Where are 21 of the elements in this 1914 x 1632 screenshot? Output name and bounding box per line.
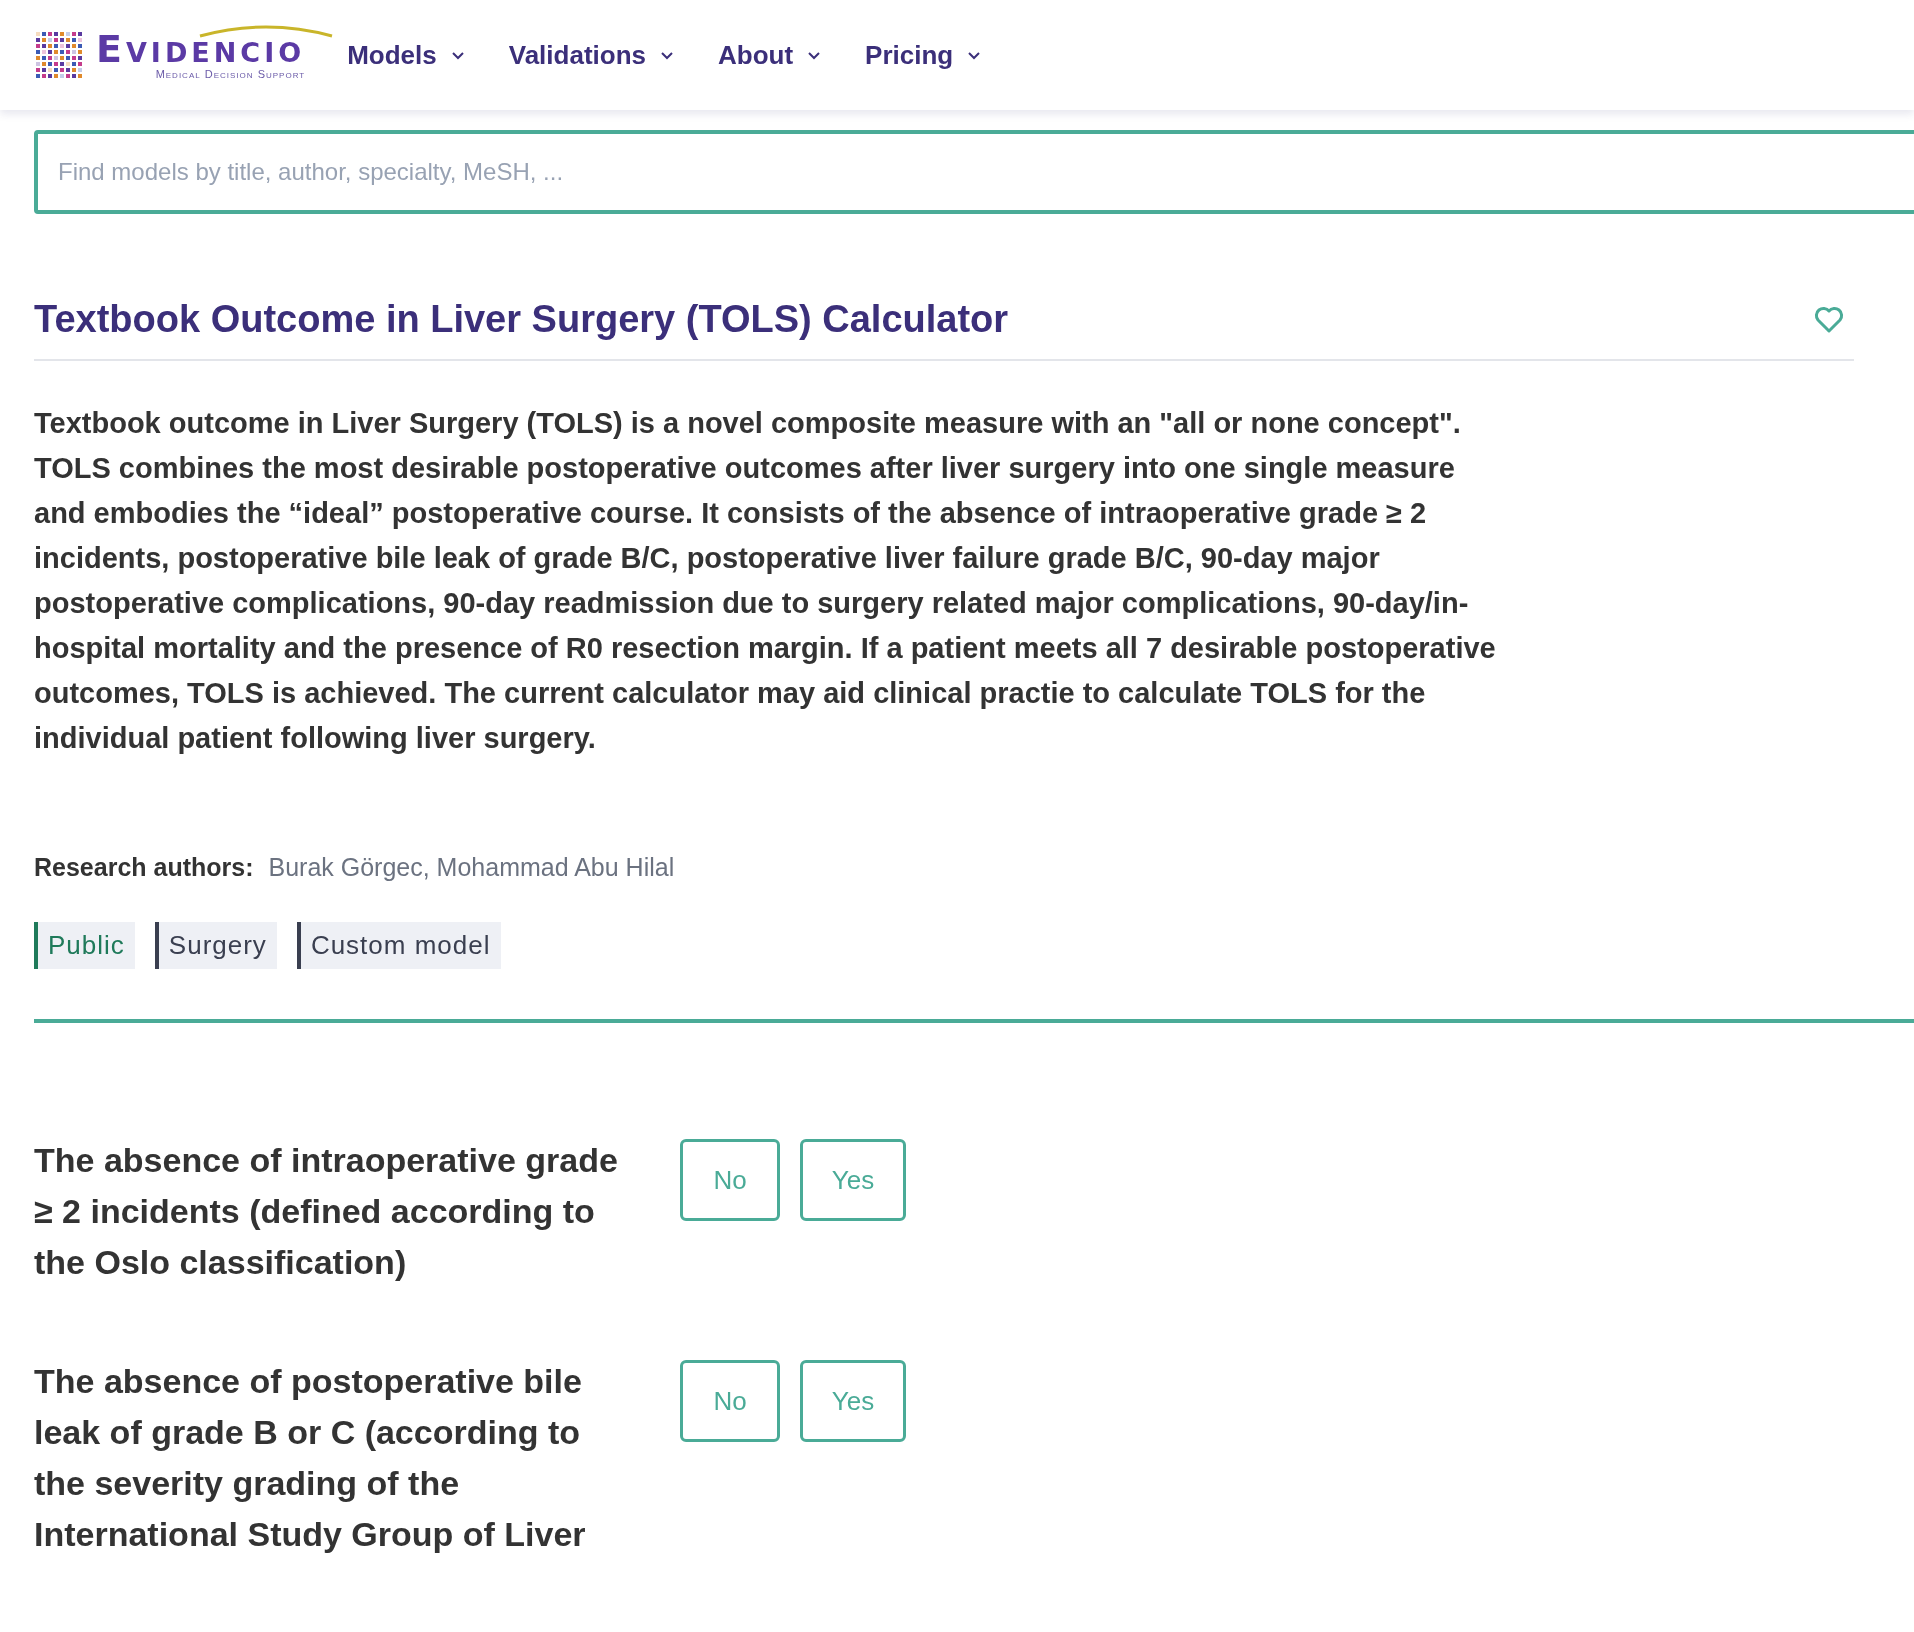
tag: Public — [34, 922, 135, 969]
authors-names: Burak Görgec, Mohammad Abu Hilal — [268, 853, 675, 881]
tag: Custom model — [296, 922, 501, 969]
chevron-down-icon — [660, 50, 674, 60]
chevron-down-icon — [807, 50, 822, 60]
heart-icon[interactable] — [1814, 305, 1844, 334]
chevron-down-icon — [450, 50, 465, 60]
search-field[interactable]: Find models by title, author, specialty, MeSH, ... — [34, 130, 1914, 214]
model-description: Textbook outcome in Liver Surgery (TOLS) is a novel composite measure with an "all or none concept". TOLS combines the most desirable postoperative outcomes after liver surgery into one single measure and embodies the “ideal” postoperative course. It consists of the absence of intraoperative grade ≥ 2 incidents, postoperative bile leak of grade B/C, postoperative liver failure grade B/C, 90-day major postoperative complications, 90-day readmission due to surgery related major complications, 90-day/in-hospital mortality and the presence of R0 resection margin. If a patient meets all 7 desirable postoperative outcomes, TOLS is achieved. The current calculator may aid clinical practie to calculate TOLS for the individual patient following liver surgery. — [34, 406, 1497, 756]
question-text: The absence of intraoperative grade ≥ 2 incidents (defined according to the Oslo classification) — [34, 1140, 619, 1283]
question-text: The absence of postoperative bile leak of grade B or C (according to the severity grading of the International Study Group of Liver — [34, 1361, 587, 1555]
nav-menu-item[interactable]: About — [718, 35, 822, 75]
authors-label: Research authors: — [34, 853, 254, 881]
logo-wordmark[interactable]: Evidencio — [96, 30, 306, 68]
chevron-down-icon — [967, 50, 982, 60]
model-title: Textbook Outcome in Liver Surgery (TOLS) Calculator — [34, 298, 1009, 341]
nav-menu-item[interactable]: Models — [347, 35, 465, 75]
logo-tagline: Medical Decision Support — [155, 68, 306, 80]
tag: Surgery — [154, 922, 277, 969]
nav-menu-item[interactable]: Validations — [508, 35, 674, 75]
nav-menu-item[interactable]: Pricing — [865, 35, 982, 75]
